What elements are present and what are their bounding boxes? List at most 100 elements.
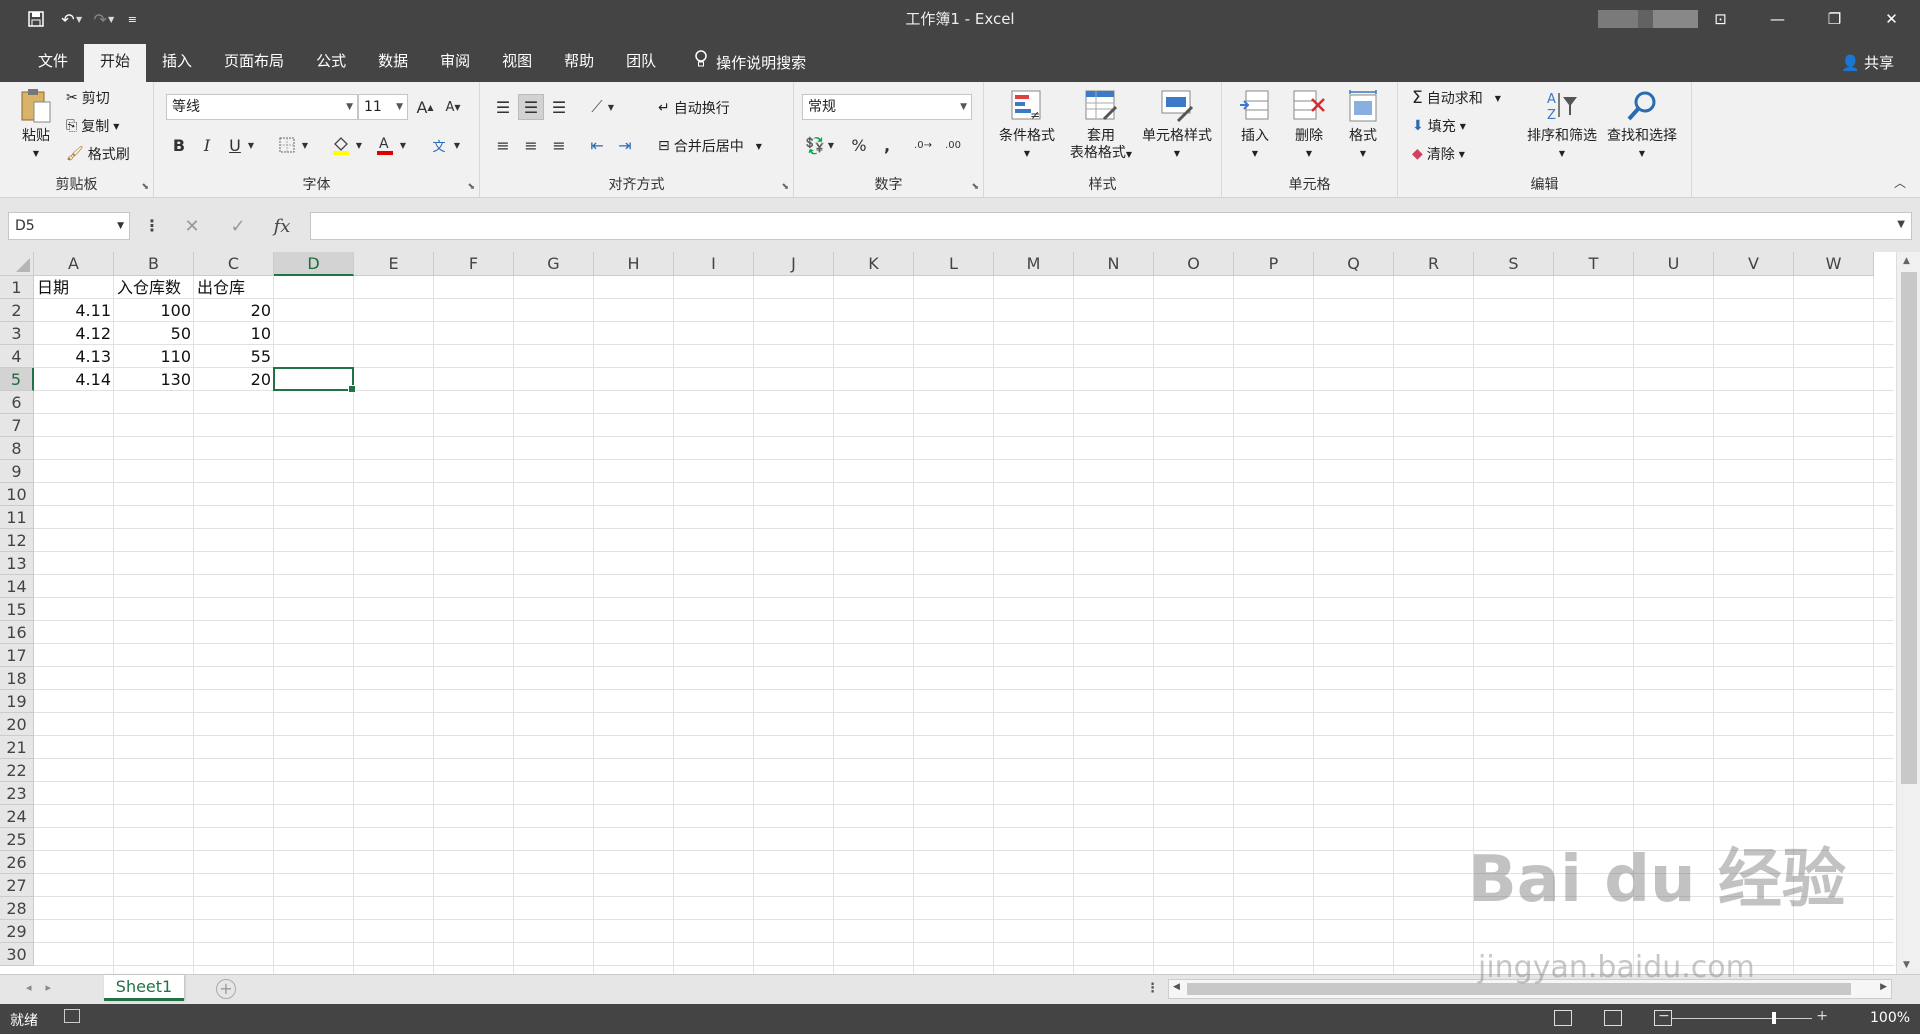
row-header[interactable]: 23 <box>0 782 34 805</box>
vertical-scroll-thumb[interactable] <box>1901 272 1917 784</box>
increase-indent-icon[interactable]: ⇥ <box>612 132 638 158</box>
align-center-icon[interactable]: ≡ <box>518 132 544 158</box>
align-bottom-icon[interactable]: ☰ <box>546 94 572 120</box>
increase-font-icon[interactable]: A ▲ <box>412 94 438 120</box>
cell-a3[interactable]: 4.12 <box>34 322 114 345</box>
row-header[interactable]: 2 <box>0 299 34 322</box>
add-sheet-icon[interactable]: + <box>216 979 236 999</box>
bold-button[interactable]: B <box>166 132 192 158</box>
tab-file[interactable]: 文件 <box>22 44 84 82</box>
zoom-in-icon[interactable]: + <box>1816 1008 1828 1024</box>
scroll-right-icon[interactable]: ▶ <box>1880 982 1887 992</box>
underline-dropdown-icon[interactable]: ▼ <box>244 132 258 158</box>
tab-home[interactable]: 开始 <box>84 44 147 82</box>
copy-button[interactable]: ⎘ 复制 ▼ <box>66 116 119 136</box>
cell-a2[interactable]: 4.11 <box>34 299 114 322</box>
format-painter-button[interactable]: 🖌 格式刷 <box>66 144 130 164</box>
paste-button[interactable]: 粘贴 ▼ <box>14 88 58 162</box>
row-header[interactable]: 7 <box>0 414 34 437</box>
column-header[interactable]: K <box>834 252 914 276</box>
align-middle-icon[interactable]: ☰ <box>518 94 544 120</box>
row-header[interactable]: 11 <box>0 506 34 529</box>
row-header[interactable]: 14 <box>0 575 34 598</box>
column-header[interactable]: C <box>194 252 274 276</box>
column-header[interactable]: T <box>1554 252 1634 276</box>
zoom-knob[interactable] <box>1772 1012 1776 1024</box>
tab-split-grip-icon[interactable]: ⋮ <box>1146 981 1159 996</box>
tab-view[interactable]: 视图 <box>486 44 548 82</box>
column-header[interactable]: U <box>1634 252 1714 276</box>
row-header[interactable]: 27 <box>0 874 34 897</box>
decrease-font-icon[interactable]: A ▼ <box>440 94 466 120</box>
column-header[interactable]: A <box>34 252 114 276</box>
italic-button[interactable]: I <box>194 132 220 158</box>
find-select-button[interactable]: 查找和选择 ▼ <box>1602 88 1682 162</box>
column-header[interactable]: L <box>914 252 994 276</box>
tab-formulas[interactable]: 公式 <box>300 44 362 82</box>
cell-b1[interactable]: 入仓库数 <box>114 276 194 299</box>
cell-c1[interactable]: 出仓库 <box>194 276 274 299</box>
delete-cells-button[interactable]: 删除 ▼ <box>1284 88 1334 162</box>
row-header[interactable]: 28 <box>0 897 34 920</box>
redo-dropdown-icon[interactable]: ▼ <box>108 15 114 24</box>
borders-icon[interactable] <box>274 132 300 158</box>
sheet-tab-sheet1[interactable]: Sheet1 <box>104 975 184 1001</box>
cell-c5[interactable]: 20 <box>194 368 274 391</box>
column-header[interactable]: J <box>754 252 834 276</box>
user-account[interactable] <box>1598 10 1698 28</box>
number-format-combo[interactable]: 常规 ▼ <box>802 94 972 120</box>
tab-help[interactable]: 帮助 <box>548 44 610 82</box>
row-header[interactable]: 19 <box>0 690 34 713</box>
decrease-decimal-icon[interactable]: .00 <box>940 132 966 158</box>
phonetic-dropdown-icon[interactable]: ▼ <box>450 132 464 158</box>
column-header[interactable]: E <box>354 252 434 276</box>
sort-filter-button[interactable]: AZ 排序和筛选 ▼ <box>1522 88 1602 162</box>
comma-style-button[interactable]: , <box>874 132 900 158</box>
font-color-dropdown-icon[interactable]: ▼ <box>396 132 410 158</box>
restore-icon[interactable]: ❐ <box>1806 0 1863 38</box>
clipboard-launcher-icon[interactable]: ⬊ <box>141 182 149 192</box>
row-header[interactable]: 3 <box>0 322 34 345</box>
fill-button[interactable]: ⬇ 填充 ▼ <box>1412 116 1466 136</box>
macro-record-icon[interactable] <box>64 1009 80 1023</box>
formula-bar-grip-icon[interactable]: ⋮ <box>144 216 160 235</box>
row-header[interactable]: 18 <box>0 667 34 690</box>
align-right-icon[interactable]: ≡ <box>546 132 572 158</box>
row-header[interactable]: 12 <box>0 529 34 552</box>
phonetic-guide-icon[interactable]: 文 <box>426 132 452 158</box>
ribbon-display-options-icon[interactable]: ⊡ <box>1692 0 1749 38</box>
save-icon[interactable] <box>22 5 50 33</box>
row-header[interactable]: 1 <box>0 276 34 299</box>
zoom-level[interactable]: 100% <box>1870 1010 1910 1026</box>
font-size-combo[interactable]: 11 ▼ <box>358 94 408 120</box>
font-launcher-icon[interactable]: ⬊ <box>467 182 475 192</box>
wrap-text-button[interactable]: ↵ 自动换行 <box>658 98 730 118</box>
share-button[interactable]: 👤 共享 <box>1841 52 1894 73</box>
cell-b4[interactable]: 110 <box>114 345 194 368</box>
column-header[interactable]: G <box>514 252 594 276</box>
row-header[interactable]: 24 <box>0 805 34 828</box>
column-header[interactable]: N <box>1074 252 1154 276</box>
column-header[interactable]: Q <box>1314 252 1394 276</box>
row-header[interactable]: 9 <box>0 460 34 483</box>
cut-button[interactable]: ✂ 剪切 <box>66 88 110 108</box>
format-as-table-button[interactable]: 套用 表格格式▼ <box>1064 88 1138 163</box>
zoom-slider[interactable]: − + <box>1658 1008 1828 1026</box>
tab-team[interactable]: 团队 <box>610 44 672 82</box>
column-header[interactable]: P <box>1234 252 1314 276</box>
font-name-combo[interactable]: 等线 ▼ <box>166 94 358 120</box>
accounting-dropdown-icon[interactable]: ▼ <box>824 132 838 158</box>
row-header[interactable]: 6 <box>0 391 34 414</box>
column-header[interactable]: D <box>274 252 354 276</box>
row-header[interactable]: 8 <box>0 437 34 460</box>
row-header[interactable]: 30 <box>0 943 34 966</box>
undo-dropdown-icon[interactable]: ▼ <box>76 15 82 24</box>
cell-styles-button[interactable]: 单元格样式 ▼ <box>1134 88 1220 162</box>
tab-review[interactable]: 审阅 <box>424 44 486 82</box>
collapse-ribbon-icon[interactable]: ︿ <box>1894 174 1906 191</box>
conditional-formatting-button[interactable]: ≠ 条件格式 ▼ <box>992 88 1062 162</box>
align-top-icon[interactable]: ☰ <box>490 94 516 120</box>
percent-style-button[interactable]: % <box>846 132 872 158</box>
row-header[interactable]: 21 <box>0 736 34 759</box>
column-header[interactable]: O <box>1154 252 1234 276</box>
